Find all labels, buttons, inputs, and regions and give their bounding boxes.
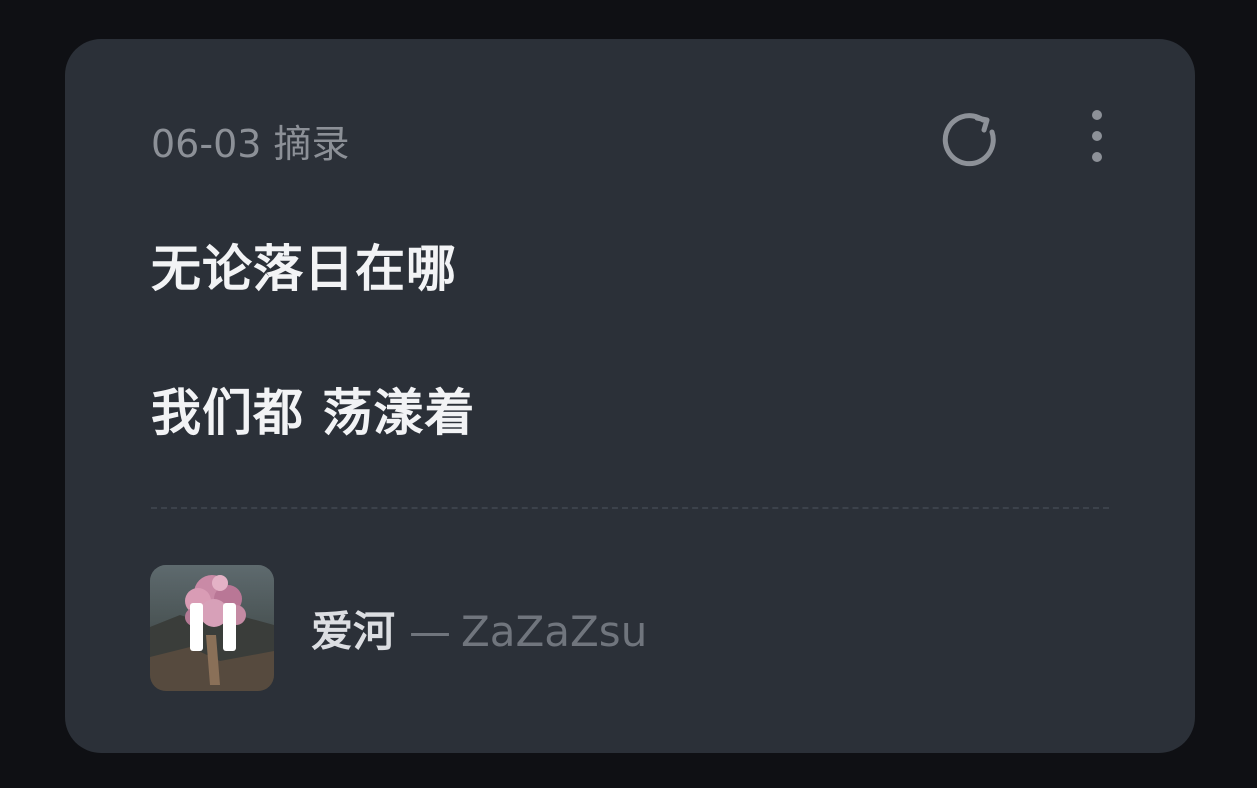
more-vertical-icon xyxy=(1092,110,1102,162)
song-artist: ZaZaZsu xyxy=(461,607,648,656)
album-cover[interactable] xyxy=(150,565,274,691)
refresh-icon xyxy=(942,113,996,167)
lyric-line-2: 我们都 荡漾着 xyxy=(151,384,476,442)
song-title: 爱河 xyxy=(311,607,396,656)
song-info[interactable]: 爱河 — ZaZaZsu xyxy=(311,605,647,659)
lyric-line-1: 无论落日在哪 xyxy=(151,240,457,298)
more-options-button[interactable] xyxy=(1077,105,1117,169)
excerpt-date-label: 06-03 摘录 xyxy=(151,122,350,166)
lyric-card[interactable]: 06-03 摘录 无论落日在哪 我们都 荡漾着 爱河 — ZaZaZsu xyxy=(65,39,1195,753)
divider xyxy=(151,507,1109,509)
pause-icon[interactable] xyxy=(190,603,236,653)
song-separator: — xyxy=(409,607,452,656)
refresh-button[interactable] xyxy=(937,105,1001,169)
